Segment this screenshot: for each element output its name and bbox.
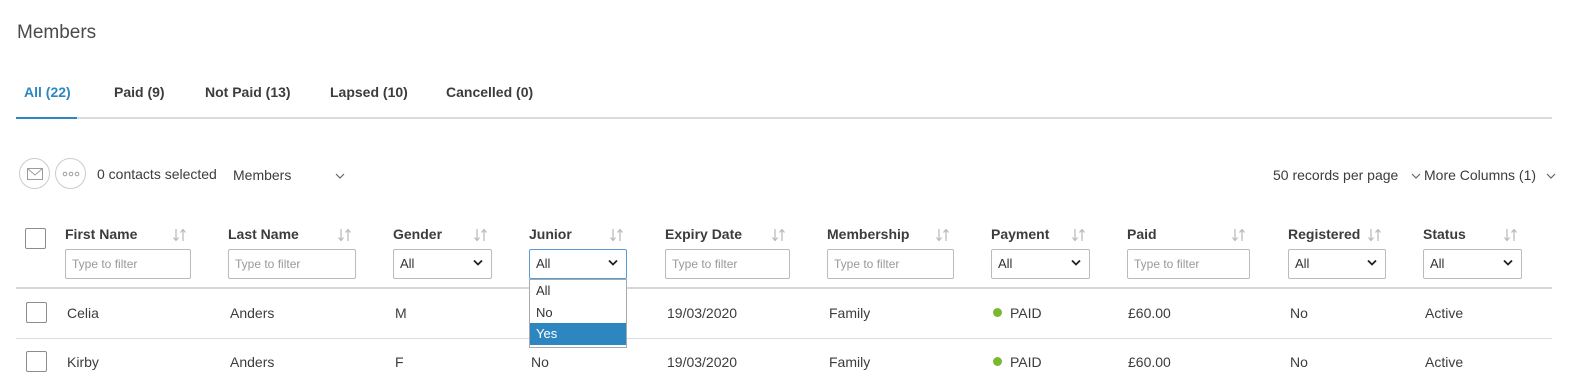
first-name-filter-input[interactable] [65, 249, 191, 279]
sort-icon[interactable] [771, 228, 787, 242]
more-actions-button[interactable] [55, 158, 86, 189]
sort-icon[interactable] [935, 228, 951, 242]
column-header-registered[interactable]: Registered [1288, 226, 1360, 242]
column-header-status[interactable]: Status [1423, 226, 1466, 242]
cell-last-name: Anders [230, 305, 275, 321]
registered-filter-select[interactable]: All [1288, 249, 1386, 279]
sort-icon[interactable] [609, 228, 625, 242]
cell-paid: £60.00 [1128, 354, 1171, 370]
chevron-down-icon [1367, 259, 1377, 266]
row-checkbox[interactable] [26, 302, 47, 323]
status-filter-select[interactable]: All [1423, 249, 1522, 279]
status-filter-value: All [1430, 256, 1445, 271]
cell-gender: F [395, 354, 404, 370]
gender-filter-value: All [400, 256, 415, 271]
cell-payment: PAID [993, 305, 1042, 321]
paid-status-dot [993, 357, 1002, 366]
junior-option-yes[interactable]: Yes [530, 323, 626, 345]
payment-label: PAID [1010, 354, 1042, 370]
sort-icon[interactable] [1367, 228, 1383, 242]
sort-icon[interactable] [172, 228, 188, 242]
chevron-down-icon [335, 173, 345, 180]
tab-paid[interactable]: Paid (9) [114, 84, 165, 100]
chevron-down-icon [1071, 259, 1081, 266]
registered-filter-value: All [1295, 256, 1310, 271]
junior-option-no[interactable]: No [530, 302, 626, 324]
chevron-down-icon [1411, 173, 1421, 180]
cell-expiry-date: 19/03/2020 [667, 305, 738, 321]
sort-icon[interactable] [1071, 228, 1087, 242]
cell-junior: No [531, 354, 549, 370]
paid-status-dot [993, 308, 1002, 317]
cell-first-name: Celia [67, 305, 99, 321]
more-columns-label: More Columns (1) [1424, 167, 1537, 183]
cell-registered: No [1290, 354, 1308, 370]
cell-membership: Family [829, 354, 871, 370]
junior-option-all[interactable]: All [530, 280, 626, 302]
email-button[interactable] [19, 158, 50, 189]
cell-paid: £60.00 [1128, 305, 1171, 321]
cell-last-name: Anders [230, 354, 275, 370]
column-header-gender[interactable]: Gender [393, 226, 442, 242]
per-page-select[interactable]: 50 records per page [1273, 167, 1421, 183]
column-header-paid[interactable]: Paid [1127, 226, 1157, 242]
column-header-last-name[interactable]: Last Name [228, 226, 299, 242]
view-select-value: Members [233, 167, 292, 183]
chevron-down-icon [473, 259, 483, 266]
sort-icon[interactable] [337, 228, 353, 242]
cell-payment: PAID [993, 354, 1042, 370]
cell-expiry-date: 19/03/2020 [667, 354, 738, 370]
chevron-down-icon [608, 259, 618, 266]
tab-lapsed[interactable]: Lapsed (10) [330, 84, 408, 100]
gender-filter-select[interactable]: All [393, 249, 492, 279]
membership-filter-input[interactable] [827, 249, 954, 279]
junior-dropdown-list: All No Yes [529, 279, 627, 348]
tab-all[interactable]: All (22) [24, 84, 71, 100]
cell-gender: M [395, 305, 407, 321]
view-select[interactable]: Members [233, 167, 345, 183]
cell-first-name: Kirby [67, 354, 99, 370]
row-divider [16, 338, 1552, 339]
cell-registered: No [1290, 305, 1308, 321]
chevron-down-icon [1503, 259, 1513, 266]
payment-label: PAID [1010, 305, 1042, 321]
table-header-divider [16, 287, 1552, 289]
expiry-date-filter-input[interactable] [665, 249, 790, 279]
page-title: Members [17, 22, 97, 43]
cell-status: Active [1425, 305, 1464, 321]
column-header-expiry-date[interactable]: Expiry Date [665, 226, 742, 242]
row-checkbox[interactable] [26, 351, 47, 372]
tab-cancelled[interactable]: Cancelled (0) [446, 84, 533, 100]
select-all-checkbox[interactable] [25, 228, 46, 249]
sort-icon[interactable] [1231, 228, 1247, 242]
sort-icon[interactable] [1503, 228, 1519, 242]
paid-filter-input[interactable] [1127, 249, 1250, 279]
tab-not-paid[interactable]: Not Paid (13) [205, 84, 291, 100]
last-name-filter-input[interactable] [228, 249, 356, 279]
cell-membership: Family [829, 305, 871, 321]
cell-status: Active [1425, 354, 1464, 370]
junior-filter-value: All [536, 256, 551, 271]
sort-icon[interactable] [473, 228, 489, 242]
payment-filter-select[interactable]: All [991, 249, 1090, 279]
column-header-first-name[interactable]: First Name [65, 226, 137, 242]
column-header-membership[interactable]: Membership [827, 226, 909, 242]
payment-filter-value: All [998, 256, 1013, 271]
selected-count: 0 contacts selected [97, 166, 217, 182]
active-tab-indicator [16, 117, 77, 119]
tab-bar: All (22) Paid (9) Not Paid (13) Lapsed (… [16, 70, 1552, 119]
column-header-payment[interactable]: Payment [991, 226, 1049, 242]
more-columns-select[interactable]: More Columns (1) [1424, 167, 1556, 183]
junior-filter-select[interactable]: All [529, 249, 627, 279]
envelope-icon [26, 167, 43, 180]
per-page-value: 50 records per page [1273, 167, 1399, 183]
column-header-junior[interactable]: Junior [529, 226, 572, 242]
ellipsis-icon [62, 171, 79, 176]
chevron-down-icon [1546, 173, 1556, 180]
